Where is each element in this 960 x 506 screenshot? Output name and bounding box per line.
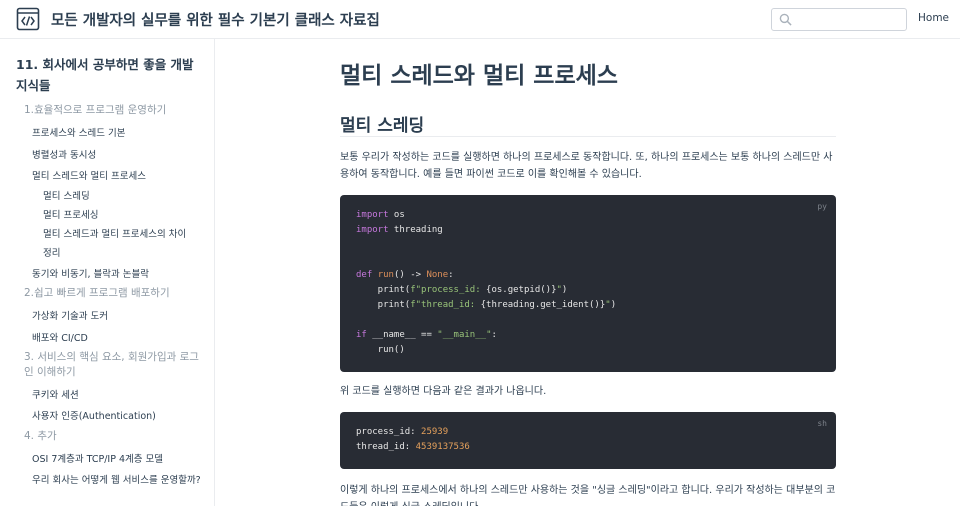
sidebar-item[interactable]: 동기와 비동기, 블락과 논블락 xyxy=(32,266,149,280)
paragraph-single-threading: 이렇게 하나의 프로세스에서 하나의 스레드만 사용하는 것을 "싱글 스레딩"… xyxy=(340,485,836,506)
navbar: 모든 개발자의 실무를 위한 필수 기본기 클래스 자료집 Home xyxy=(0,0,960,39)
code-line: import threading xyxy=(356,225,443,235)
sidebar-group-1[interactable]: 1.효율적으로 프로그램 운영하기 xyxy=(24,103,204,118)
paragraph-intro: 보통 우리가 작성하는 코드를 실행하면 하나의 프로세스로 동작합니다. 또,… xyxy=(340,152,833,180)
code-lang-label: sh xyxy=(817,419,827,428)
sidebar-heading[interactable]: 11. 회사에서 공부하면 좋을 개발 지식들 xyxy=(16,54,206,96)
code-line: import os xyxy=(356,210,405,220)
sidebar-item[interactable]: 쿠키와 세션 xyxy=(32,387,79,401)
sidebar-group-2[interactable]: 2.쉽고 빠르게 프로그램 배포하기 xyxy=(24,286,204,301)
sidebar: 11. 회사에서 공부하면 좋을 개발 지식들 1.효율적으로 프로그램 운영하… xyxy=(0,39,215,506)
sidebar-item[interactable]: 우리 회사는 어떻게 웹 서비스를 운영할까? xyxy=(32,472,201,486)
section-divider xyxy=(340,136,836,137)
nav-home-link[interactable]: Home xyxy=(918,12,949,24)
sidebar-subitem[interactable]: 멀티 스레드과 멀티 프로세스의 차이 xyxy=(43,226,186,240)
code-block-shell[interactable]: sh process_id: 25939 thread_id: 45391375… xyxy=(340,412,836,469)
sidebar-subitem[interactable]: 멀티 스레딩 xyxy=(43,188,90,202)
code-brackets-icon[interactable] xyxy=(16,7,40,31)
code-line: print(f"thread_id: {threading.get_ident(… xyxy=(356,300,617,310)
sidebar-item[interactable]: 병렬성과 동시성 xyxy=(32,147,96,161)
code-line: def run() -> None: xyxy=(356,270,454,280)
code-line: print(f"process_id: {os.getpid()}") xyxy=(356,285,568,295)
sidebar-item-active[interactable]: 멀티 스레드와 멀티 프로세스 xyxy=(32,168,146,182)
main-content: 멀티 스레드와 멀티 프로세스 멀티 스레딩 보통 우리가 작성하는 코드를 실… xyxy=(216,39,960,506)
sidebar-group-3[interactable]: 3. 서비스의 핵심 요소, 회원가입과 로그인 이해하기 xyxy=(24,350,204,380)
sidebar-item[interactable]: 프로세스와 스레드 기본 xyxy=(32,125,125,139)
sidebar-item[interactable]: 배포와 CI/CD xyxy=(32,330,88,344)
sidebar-item[interactable]: OSI 7계층과 TCP/IP 4계층 모델 xyxy=(32,451,163,465)
search-icon xyxy=(779,13,792,26)
page-title: 멀티 스레드와 멀티 프로세스 xyxy=(340,63,618,89)
paragraph-result-intro: 위 코드를 실행하면 다음과 같은 결과가 나옵니다. xyxy=(340,386,547,397)
sidebar-group-4[interactable]: 4. 추가 xyxy=(24,429,204,444)
sidebar-subitem[interactable]: 멀티 프로세싱 xyxy=(43,207,98,221)
sidebar-item[interactable]: 가상화 기술과 도커 xyxy=(32,308,108,322)
sidebar-item[interactable]: 사용자 인증(Authentication) xyxy=(32,408,156,422)
site-title[interactable]: 모든 개발자의 실무를 위한 필수 기본기 클래스 자료집 xyxy=(51,9,380,30)
search-input[interactable] xyxy=(798,11,902,28)
code-block-python[interactable]: py import os import threading def run() … xyxy=(340,195,836,372)
code-line: run() xyxy=(356,345,405,355)
sidebar-subitem[interactable]: 정리 xyxy=(43,245,60,259)
search-box[interactable] xyxy=(771,8,907,31)
section-title: 멀티 스레딩 xyxy=(340,116,425,136)
code-lang-label: py xyxy=(817,202,827,211)
code-line: thread_id: 4539137536 xyxy=(356,442,470,452)
code-line: process_id: 25939 xyxy=(356,427,449,437)
code-line: if __name__ == "__main__": xyxy=(356,330,497,340)
